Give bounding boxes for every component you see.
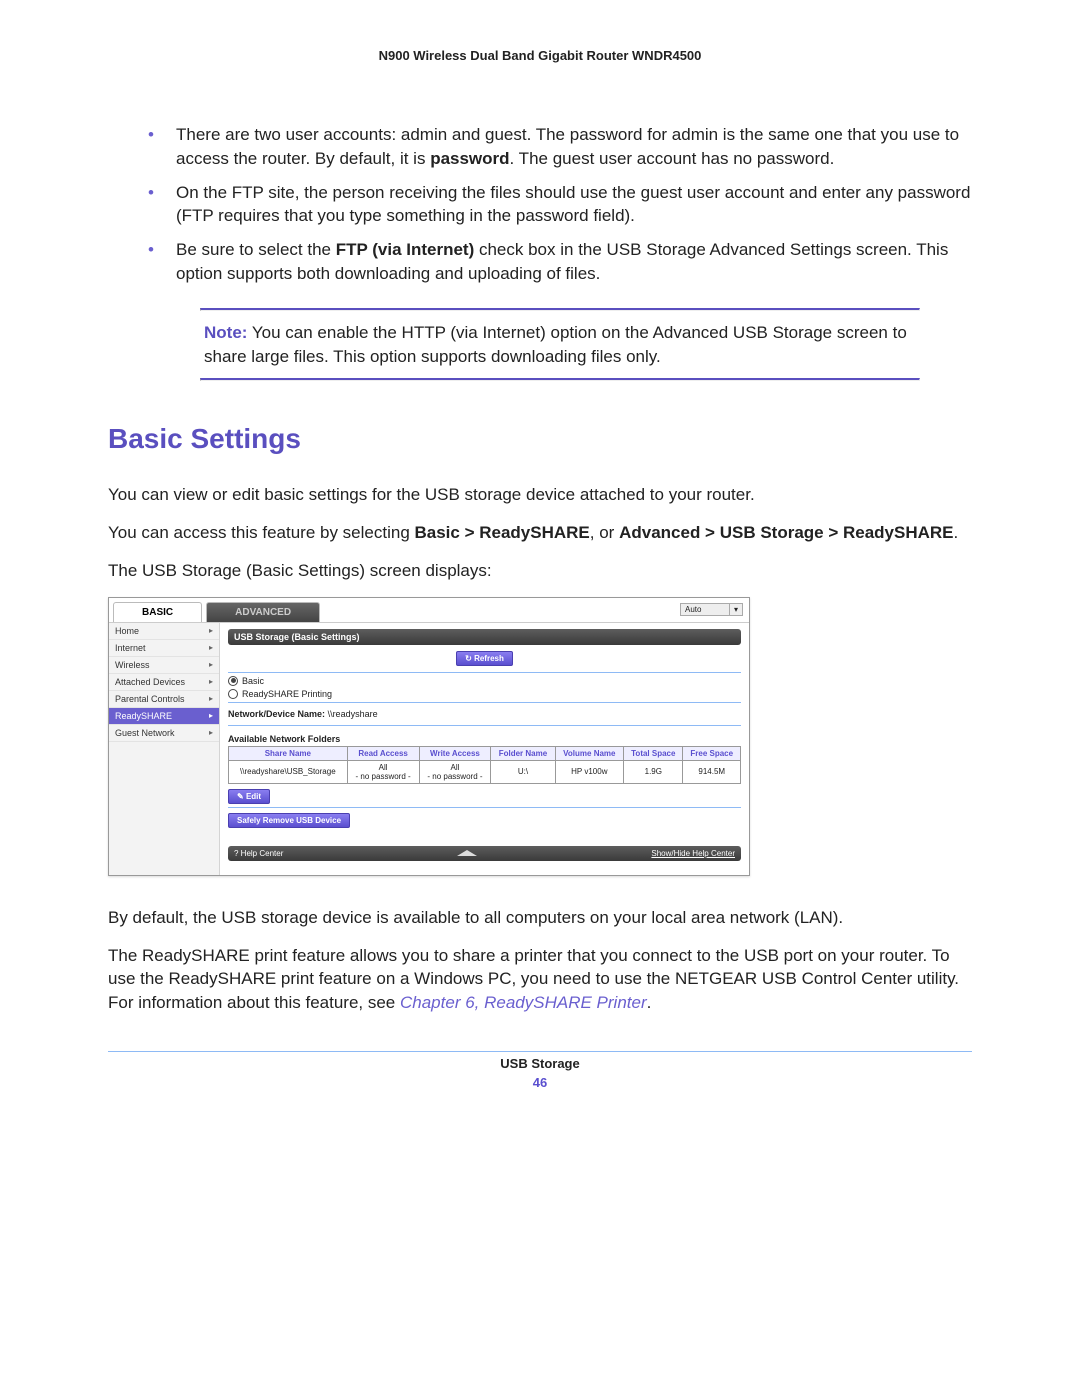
safely-remove-button[interactable]: Safely Remove USB Device [228, 813, 350, 828]
chapter-link[interactable]: Chapter 6, ReadySHARE Printer [400, 993, 647, 1012]
sidebar-item-wireless[interactable]: Wireless ▸ [109, 657, 219, 674]
chevron-right-icon: ▸ [209, 677, 213, 686]
column-header: Write Access [419, 746, 491, 760]
column-header: Volume Name [555, 746, 624, 760]
column-header: Total Space [624, 746, 683, 760]
sidebar-item-label: Internet [115, 643, 146, 653]
bullet-list: There are two user accounts: admin and g… [108, 123, 972, 286]
column-header: Read Access [347, 746, 419, 760]
paragraph: The USB Storage (Basic Settings) screen … [108, 559, 972, 583]
divider [228, 672, 741, 673]
label: Network/Device Name: [228, 709, 325, 719]
paragraph: By default, the USB storage device is av… [108, 906, 972, 930]
folders-table: Share NameRead AccessWrite AccessFolder … [228, 746, 741, 784]
bold-text: Advanced > USB Storage > ReadySHARE [619, 523, 953, 542]
cell: \\readyshare\USB_Storage [229, 760, 348, 783]
chevron-right-icon: ▸ [209, 660, 213, 669]
cell: All - no password - [347, 760, 419, 783]
value: \\readyshare [328, 709, 378, 719]
radio-label: ReadySHARE Printing [242, 689, 332, 699]
sidebar-item-readyshare[interactable]: ReadySHARE ▸ [109, 708, 219, 725]
section-heading: Basic Settings [108, 423, 972, 455]
cell: HP v100w [555, 760, 624, 783]
text: , or [590, 523, 619, 542]
column-header: Share Name [229, 746, 348, 760]
bold-text: FTP (via Internet) [336, 240, 475, 259]
text: On the FTP site, the person receiving th… [176, 183, 970, 226]
table-row: \\readyshare\USB_StorageAll - no passwor… [229, 760, 741, 783]
show-hide-help-link[interactable]: Show/Hide Help Center [651, 849, 735, 858]
radio-basic[interactable] [228, 676, 238, 686]
sidebar-item-label: Guest Network [115, 728, 175, 738]
text: . The guest user account has no password… [510, 149, 835, 168]
page-number: 46 [108, 1075, 972, 1090]
sidebar-item-guest-network[interactable]: Guest Network ▸ [109, 725, 219, 742]
sidebar-item-label: Attached Devices [115, 677, 185, 687]
divider [108, 1051, 972, 1052]
chevron-right-icon: ▸ [209, 711, 213, 720]
dropdown-arrow-icon[interactable]: ▾ [730, 603, 743, 616]
column-header: Free Space [683, 746, 741, 760]
divider [200, 378, 920, 381]
paragraph: You can access this feature by selecting… [108, 521, 972, 545]
bold-text: Basic > ReadySHARE [415, 523, 590, 542]
note-block: Note: You can enable the HTTP (via Inter… [200, 308, 920, 382]
text: You can access this feature by selecting [108, 523, 415, 542]
sidebar-item-home[interactable]: Home ▸ [109, 623, 219, 640]
divider [228, 702, 741, 703]
language-dropdown[interactable]: Auto [680, 603, 730, 616]
paragraph: You can view or edit basic settings for … [108, 483, 972, 507]
chevron-right-icon: ▸ [209, 643, 213, 652]
divider [228, 807, 741, 808]
tab-advanced[interactable]: ADVANCED [206, 602, 320, 622]
bold-text: password [430, 149, 509, 168]
cell: U:\ [491, 760, 555, 783]
up-arrow-icon[interactable] [457, 850, 477, 856]
sidebar-item-label: Home [115, 626, 139, 636]
radio-label: Basic [242, 676, 264, 686]
chevron-right-icon: ▸ [209, 626, 213, 635]
text: . [647, 993, 652, 1012]
cell: 914.5M [683, 760, 741, 783]
note-text: You can enable the HTTP (via Internet) o… [204, 323, 907, 366]
cell: 1.9G [624, 760, 683, 783]
paragraph: The ReadySHARE print feature allows you … [108, 944, 972, 1015]
bullet-item: Be sure to select the FTP (via Internet)… [148, 238, 972, 286]
note-label: Note: [204, 323, 247, 342]
sidebar-item-parental-controls[interactable]: Parental Controls ▸ [109, 691, 219, 708]
chevron-right-icon: ▸ [209, 728, 213, 737]
router-ui-screenshot: BASIC ADVANCED Auto ▾ Home▸Internet▸Wire… [108, 597, 750, 876]
edit-button[interactable]: ✎ Edit [228, 789, 270, 804]
help-center-button[interactable]: ? Help Center [234, 849, 283, 858]
chevron-right-icon: ▸ [209, 694, 213, 703]
panel-title: USB Storage (Basic Settings) [228, 629, 741, 645]
tab-basic[interactable]: BASIC [113, 602, 202, 622]
text: Be sure to select the [176, 240, 336, 259]
sidebar-item-label: ReadySHARE [115, 711, 172, 721]
sidebar-item-label: Wireless [115, 660, 150, 670]
footer-title: USB Storage [108, 1056, 972, 1071]
refresh-button[interactable]: ↻ Refresh [456, 651, 513, 666]
divider [228, 725, 741, 726]
sidebar-item-attached-devices[interactable]: Attached Devices ▸ [109, 674, 219, 691]
bullet-item: On the FTP site, the person receiving th… [148, 181, 972, 229]
sidebar-item-label: Parental Controls [115, 694, 185, 704]
sidebar: Home ▸ Internet ▸ Wireless ▸ Attached Devices ▸… [109, 623, 220, 875]
column-header: Folder Name [491, 746, 555, 760]
text: . [954, 523, 959, 542]
sidebar-item-internet[interactable]: Internet ▸ [109, 640, 219, 657]
bullet-item: There are two user accounts: admin and g… [148, 123, 972, 171]
cell: All - no password - [419, 760, 491, 783]
radio-readyshare-printing[interactable] [228, 689, 238, 699]
folders-heading: Available Network Folders [228, 734, 741, 744]
document-header: N900 Wireless Dual Band Gigabit Router W… [108, 48, 972, 63]
